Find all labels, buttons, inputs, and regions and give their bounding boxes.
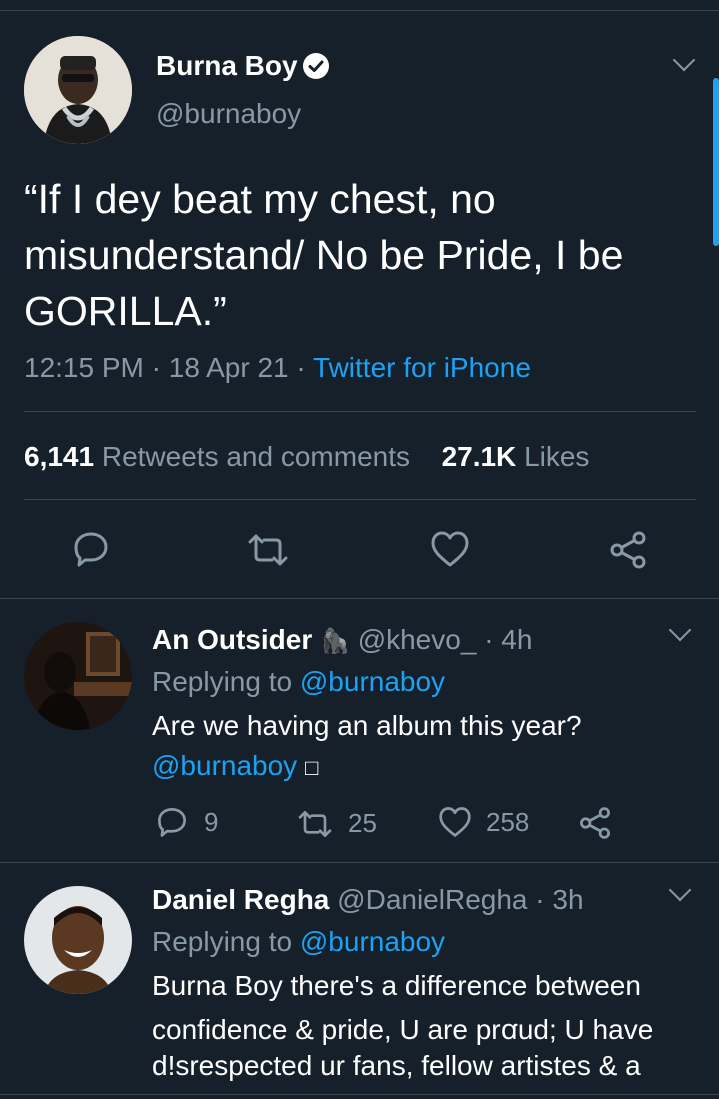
bottom-divider [0, 1094, 719, 1095]
chevron-down-icon[interactable] [668, 618, 692, 642]
tweet-date: 18 Apr 21 [168, 352, 289, 383]
replying-to-prefix: Replying to [152, 926, 293, 957]
likes-label[interactable]: Likes [524, 441, 589, 472]
author-name[interactable]: Burna Boy [156, 50, 298, 82]
like-button[interactable] [430, 530, 470, 568]
burna-boy-avatar[interactable] [24, 36, 132, 144]
divider [0, 862, 719, 863]
reply-text-line3: d!srespected ur fans, fellow artistes & … [152, 1050, 641, 1081]
reply-text-line1: Are we having an album this year? [152, 710, 582, 741]
divider [24, 499, 696, 500]
reply-age: · 3h [535, 884, 584, 915]
gorilla-emoji-icon: 🦍 [320, 628, 350, 655]
reply-author-name[interactable]: Daniel Regha [152, 884, 329, 915]
replying-to: Replying to @burnaboy [152, 666, 445, 698]
like-count: 258 [486, 806, 530, 837]
tweet-text-line2: misunderstand/ No be Pride, I be [24, 232, 624, 278]
replying-to: Replying to @burnaboy [152, 926, 445, 958]
tweet-stats: 6,141 Retweets and comments 27.1K Likes [24, 441, 589, 473]
scrollbar[interactable] [713, 78, 719, 246]
reply-header: An Outsider 🦍 @khevo_ · 4h [152, 624, 532, 656]
reply-count: 9 [204, 806, 219, 837]
retweet-button[interactable] [246, 532, 290, 568]
reply-age: · 4h [484, 624, 533, 655]
retweets-count[interactable]: 6,141 [24, 441, 94, 472]
share-icon [610, 531, 646, 569]
reply-header: Daniel Regha @DanielRegha · 3h [152, 884, 584, 916]
tweet-text-line3: GORILLA.” [24, 288, 227, 334]
retweet-icon [298, 810, 332, 837]
top-divider [0, 10, 719, 11]
reply-author-handle[interactable]: @khevo_ [358, 624, 477, 655]
heart-icon [439, 807, 471, 837]
reply-author-name[interactable]: An Outsider [152, 624, 312, 655]
replying-to-prefix: Replying to [152, 666, 293, 697]
missing-glyph: □ [304, 755, 319, 780]
replying-to-mention[interactable]: @burnaboy [300, 926, 445, 957]
tweet-meta: 12:15 PM · 18 Apr 21 · Twitter for iPhon… [24, 352, 531, 384]
reply-author-handle[interactable]: @DanielRegha [337, 884, 527, 915]
retweets-label[interactable]: Retweets and comments [102, 441, 410, 472]
meta-separator: · [296, 352, 306, 383]
daniel-regha-avatar[interactable] [24, 886, 132, 994]
tweet-text-line1: “If I dey beat my chest, no [24, 176, 496, 222]
author-handle[interactable]: @burnaboy [156, 98, 301, 130]
tweet-source-link[interactable]: Twitter for iPhone [313, 352, 531, 383]
retweet-button[interactable]: 25 [296, 808, 377, 839]
meta-separator: · [151, 352, 161, 383]
retweet-icon [248, 534, 288, 566]
reply-mention[interactable]: @burnaboy [152, 750, 297, 781]
heart-icon [431, 531, 469, 567]
reply-button[interactable] [72, 530, 110, 568]
reply-icon [158, 808, 186, 837]
chevron-down-icon[interactable] [672, 48, 696, 72]
divider [24, 411, 696, 412]
replying-to-mention[interactable]: @burnaboy [300, 666, 445, 697]
reply-icon [74, 532, 108, 567]
reply-text-line2: confidence & pride, U are prꭤud; U have [152, 1014, 654, 1045]
divider [0, 598, 719, 599]
retweet-count: 25 [348, 808, 377, 838]
reply-text-line2: @burnaboy □ [152, 750, 318, 782]
reply-text-line1: Burna Boy there's a difference between [152, 970, 641, 1001]
share-icon [580, 807, 610, 839]
like-button[interactable]: 258 [438, 806, 529, 838]
chevron-down-icon[interactable] [668, 878, 692, 902]
share-button[interactable] [578, 806, 612, 840]
share-button[interactable] [608, 530, 648, 570]
tweet-time: 12:15 PM [24, 352, 144, 383]
likes-count[interactable]: 27.1K [442, 441, 517, 472]
an-outsider-avatar[interactable] [24, 622, 132, 730]
verified-badge-icon [302, 52, 330, 85]
reply-button[interactable]: 9 [156, 806, 218, 838]
